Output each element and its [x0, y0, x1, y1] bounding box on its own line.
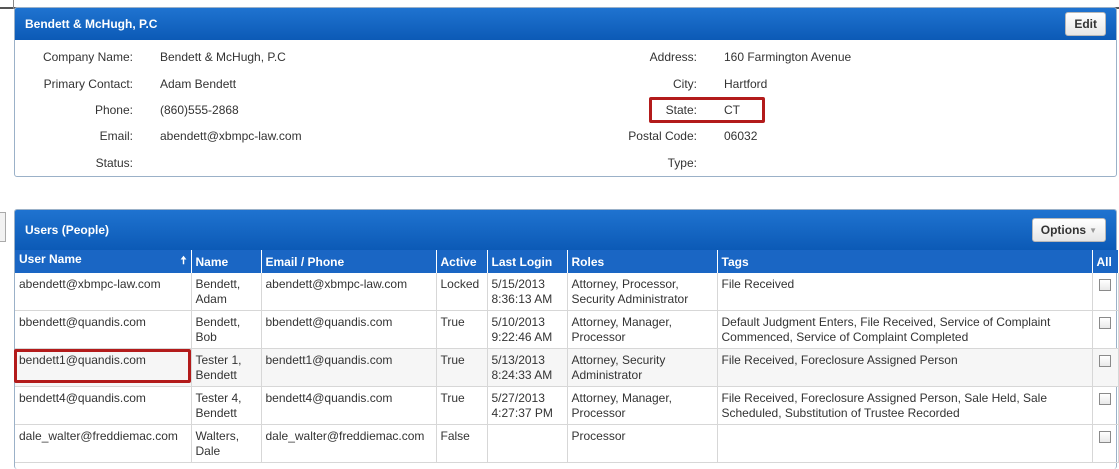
cell-email: bendett4@quandis.com [261, 386, 437, 425]
col-last-login[interactable]: Last Login [487, 250, 568, 273]
state-highlight-box [649, 97, 765, 123]
cell-select [1092, 310, 1119, 349]
cell-name: Bendett, Adam [191, 273, 262, 311]
username-highlight-box [14, 349, 191, 383]
cell-name: Bendett, Bob [191, 310, 262, 349]
col-roles[interactable]: Roles [567, 250, 718, 273]
row-checkbox[interactable] [1098, 431, 1111, 443]
row-checkbox[interactable] [1098, 393, 1111, 405]
users-title: Users (People) [25, 223, 110, 237]
postal-code-label: Postal Code: [628, 129, 697, 143]
primary-contact-label: Primary Contact: [43, 77, 133, 91]
cell-username[interactable]: abendett@xbmpc-law.com [15, 273, 192, 311]
row-checkbox[interactable] [1098, 279, 1111, 291]
table-row[interactable]: dale_walter@freddiemac.com Walters, Dale … [15, 424, 1119, 463]
company-panel-header: Bendett & McHugh, P.C Edit [15, 8, 1116, 40]
cell-roles: Attorney, Security Administrator [567, 348, 718, 387]
company-name-label: Company Name: [42, 50, 133, 64]
cell-select [1092, 348, 1119, 387]
cell-roles: Processor [567, 424, 718, 463]
cell-email: abendett@xbmpc-law.com [261, 273, 437, 311]
cell-active: Locked [436, 273, 488, 311]
users-panel: Users (People) Options ▼ User Name 🠅 Name … [14, 209, 1119, 469]
cell-active: True [436, 348, 488, 387]
cell-last-login: 5/15/2013 8:36:13 AM [487, 273, 568, 311]
cell-active: False [436, 424, 488, 463]
table-row[interactable]: bendett4@quandis.com Tester 4, Bendett be… [15, 386, 1119, 425]
cell-select [1092, 273, 1119, 311]
cell-email: bendett1@quandis.com [261, 348, 437, 387]
col-select-all[interactable]: All [1092, 250, 1119, 273]
city-value: Hartford [724, 77, 768, 91]
cell-roles: Attorney, Processor, Security Administrat… [567, 273, 718, 311]
cell-tags [717, 424, 1093, 463]
cell-last-login [487, 424, 568, 463]
cell-roles: Attorney, Manager, Processor [567, 386, 718, 425]
cell-email: bbendett@quandis.com [261, 310, 437, 349]
table-row[interactable]: abendett@xbmpc-law.com Bendett, Adam aben… [15, 273, 1119, 311]
col-tags[interactable]: Tags [717, 250, 1093, 273]
cell-email: dale_walter@freddiemac.com [261, 424, 437, 463]
cell-username[interactable]: dale_walter@freddiemac.com [15, 424, 192, 463]
col-email-phone[interactable]: Email / Phone [261, 250, 437, 273]
phone-label: Phone: [94, 103, 133, 117]
cell-last-login: 5/27/2013 4:27:37 PM [487, 386, 568, 425]
cell-username[interactable]: bbendett@quandis.com [15, 310, 192, 349]
email-value: abendett@xbmpc-law.com [160, 129, 302, 143]
type-label: Type: [667, 156, 697, 170]
cell-username[interactable]: bendett4@quandis.com [15, 386, 192, 425]
side-collapse-handle[interactable] [0, 212, 6, 242]
sort-up-arrow-icon[interactable]: 🠅 [180, 252, 186, 271]
phone-value: (860)555-2868 [160, 103, 239, 117]
cell-name: Walters, Dale [191, 424, 262, 463]
cell-roles: Attorney, Manager, Processor [567, 310, 718, 349]
company-panel: Bendett & McHugh, P.C Edit Company Name:… [14, 7, 1117, 177]
cell-active: True [436, 386, 488, 425]
row-checkbox[interactable] [1098, 317, 1111, 329]
cell-select [1092, 386, 1119, 425]
chevron-down-icon: ▼ [1089, 225, 1097, 235]
address-label: Address: [649, 50, 697, 64]
cell-active: True [436, 310, 488, 349]
cell-last-login: 5/13/2013 8:24:33 AM [487, 348, 568, 387]
primary-contact-value: Adam Bendett [160, 77, 237, 91]
row-checkbox[interactable] [1098, 355, 1111, 367]
address-value: 160 Farmington Avenue [724, 50, 852, 64]
city-label: City: [673, 77, 697, 91]
cell-tags: File Received [717, 273, 1093, 311]
company-title: Bendett & McHugh, P.C [25, 17, 158, 31]
email-label: Email: [99, 129, 133, 143]
cell-name: Tester 4, Bendett [191, 386, 262, 425]
status-label: Status: [95, 156, 133, 170]
table-row[interactable]: bbendett@quandis.com Bendett, Bob bbendet… [15, 310, 1119, 349]
cell-tags: File Received, Foreclosure Assigned Pers… [717, 386, 1093, 425]
col-username[interactable]: User Name 🠅 [15, 250, 192, 273]
options-label: Options [1040, 223, 1087, 237]
users-table-header: User Name 🠅 Name Email / Phone Active Las… [15, 250, 1119, 273]
cell-tags: File Received, Foreclosure Assigned Pers… [717, 348, 1093, 387]
options-button[interactable]: Options ▼ [1031, 218, 1106, 242]
cell-last-login: 5/10/2013 9:22:46 AM [487, 310, 568, 349]
edit-button[interactable]: Edit [1065, 12, 1106, 36]
company-name-value: Bendett & McHugh, P.C [160, 50, 286, 64]
postal-code-value: 06032 [724, 129, 758, 143]
col-active[interactable]: Active [436, 250, 488, 273]
col-name[interactable]: Name [191, 250, 262, 273]
users-panel-header: Users (People) Options ▼ [15, 210, 1116, 250]
cell-select [1092, 424, 1119, 463]
cell-name: Tester 1, Bendett [191, 348, 262, 387]
cell-tags: Default Judgment Enters, File Received, … [717, 310, 1093, 349]
